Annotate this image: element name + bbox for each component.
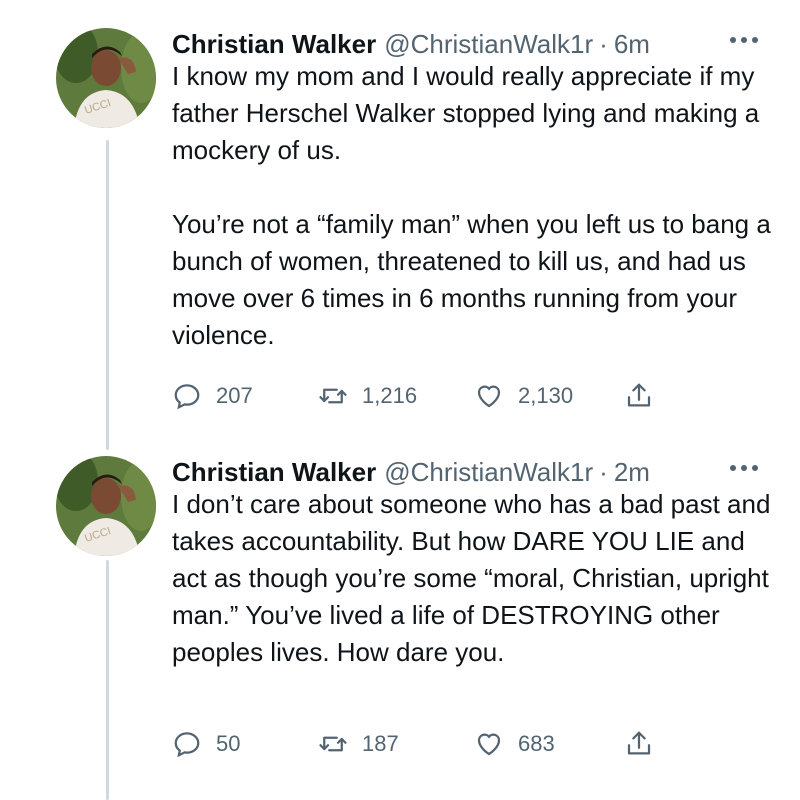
retweet-button[interactable]: 187 <box>318 724 399 764</box>
like-count: 683 <box>518 731 555 756</box>
tweet-text: I know my mom and I would really appreci… <box>172 61 771 350</box>
tweet-actions: 207 1,216 2,130 <box>172 376 672 416</box>
reply-button[interactable]: 50 <box>172 724 240 764</box>
tweet-actions: 50 187 683 <box>172 724 672 764</box>
share-button[interactable] <box>624 376 654 416</box>
like-count: 2,130 <box>518 383 574 408</box>
profile-photo-icon: UCCI <box>56 28 156 128</box>
tweet-2[interactable]: UCCI Christian Walker @ChristianWalk1r ·… <box>0 452 800 800</box>
retweet-count: 187 <box>362 731 399 756</box>
retweet-icon <box>319 388 347 404</box>
tweet-1[interactable]: UCCI Christian Walker @ChristianWalk1r ·… <box>0 24 800 424</box>
avatar[interactable]: UCCI <box>56 456 156 556</box>
reply-button[interactable]: 207 <box>172 376 253 416</box>
heart-icon <box>477 385 501 408</box>
reply-count: 50 <box>216 731 241 756</box>
more-options-icon[interactable] <box>730 30 758 50</box>
like-button[interactable]: 2,130 <box>474 376 573 416</box>
share-button[interactable] <box>624 724 654 764</box>
tweet-text: I don’t care about someone who has a bad… <box>172 489 778 667</box>
share-icon <box>627 731 651 755</box>
reply-icon <box>174 732 200 758</box>
retweet-count: 1,216 <box>362 383 418 408</box>
like-button[interactable]: 683 <box>474 724 555 764</box>
heart-icon <box>477 733 501 756</box>
avatar[interactable]: UCCI <box>56 28 156 128</box>
reply-icon <box>174 384 200 410</box>
retweet-icon <box>319 736 347 752</box>
more-options-icon[interactable] <box>730 458 758 478</box>
profile-photo-icon: UCCI <box>56 456 156 556</box>
reply-count: 207 <box>216 383 253 408</box>
retweet-button[interactable]: 1,216 <box>318 376 417 416</box>
share-icon <box>627 383 651 407</box>
